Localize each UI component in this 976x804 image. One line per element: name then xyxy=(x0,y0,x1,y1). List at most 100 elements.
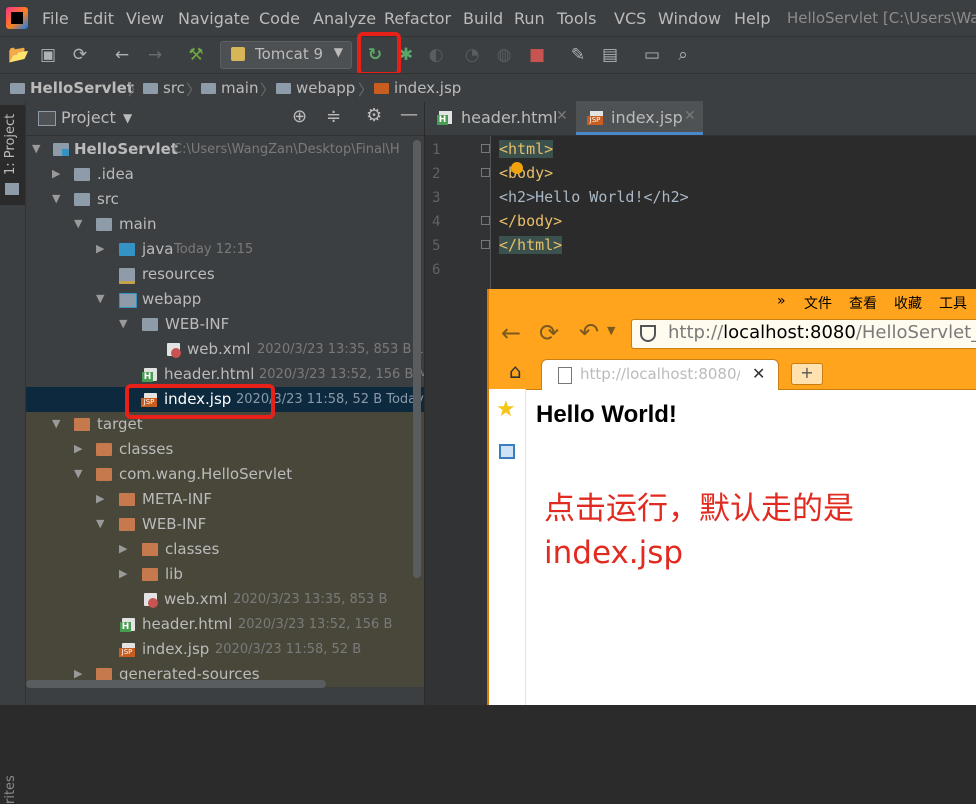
breadcrumb-item-main[interactable]: main xyxy=(201,79,258,97)
browser-menu-file[interactable]: 文件 xyxy=(804,293,832,313)
expand-arrow-icon[interactable]: ▶ xyxy=(119,542,127,555)
new-tab-button[interactable]: + xyxy=(791,363,823,385)
menu-run[interactable]: Run xyxy=(514,9,545,28)
fold-marker-icon[interactable] xyxy=(481,240,490,249)
save-icon[interactable]: ▣ xyxy=(38,45,58,65)
expand-arrow-icon[interactable]: ▼ xyxy=(119,317,127,330)
expand-arrow-icon[interactable]: ▶ xyxy=(74,667,82,680)
tree-row[interactable]: index.jsp 2020/3/23 11:58, 52 B xyxy=(26,637,424,662)
expand-arrow-icon[interactable]: ▶ xyxy=(52,167,60,180)
tree-row[interactable]: web.xml 2020/3/23 13:35, 853 B 17 xyxy=(26,337,424,362)
menu-analyze[interactable]: Analyze xyxy=(313,9,376,28)
browser-menu-view[interactable]: 查看 xyxy=(849,293,877,313)
tree-row[interactable]: resources xyxy=(26,262,424,287)
settings-wrench-icon[interactable]: ✎ xyxy=(568,45,588,65)
profile-icon[interactable]: ◔ xyxy=(462,45,482,65)
menu-file[interactable]: File xyxy=(42,9,69,28)
menu-view[interactable]: View xyxy=(126,9,164,28)
tree-row-module[interactable]: ▼ HelloServlet C:\Users\WangZan\Desktop\… xyxy=(26,137,424,162)
build-hammer-icon[interactable]: ⚒ xyxy=(186,45,206,65)
tree-row[interactable]: ▶ classes xyxy=(26,437,424,462)
tree-row[interactable]: ▼ com.wang.HelloServlet xyxy=(26,462,424,487)
address-bar[interactable]: http://localhost:8080/HelloServlet_w xyxy=(631,319,976,349)
tree-row[interactable]: ▶ .idea xyxy=(26,162,424,187)
menu-help[interactable]: Help xyxy=(734,9,770,28)
home-icon[interactable]: ⌂ xyxy=(509,359,522,383)
coverage-icon[interactable]: ◐ xyxy=(426,45,446,65)
menu-code[interactable]: Code xyxy=(259,9,300,28)
back-icon[interactable]: ← xyxy=(112,45,132,65)
search-icon[interactable]: ⌕ xyxy=(673,45,693,65)
fold-marker-icon[interactable] xyxy=(481,144,490,153)
refresh-icon[interactable]: ⟳ xyxy=(539,319,559,347)
intention-bulb-icon[interactable] xyxy=(511,162,523,174)
breadcrumb-item-project[interactable]: HelloServlet xyxy=(10,79,134,97)
tree-row[interactable]: ▶ META-INF xyxy=(26,487,424,512)
favorites-tool-tab-label[interactable]: rites xyxy=(3,775,18,804)
expand-arrow-icon[interactable]: ▼ xyxy=(96,517,104,530)
open-folder-icon[interactable]: 📂 xyxy=(8,45,29,65)
menu-build[interactable]: Build xyxy=(463,9,503,28)
browser-tab[interactable]: http://localhost:8080/H ✕ xyxy=(541,359,779,390)
menu-vcs[interactable]: VCS xyxy=(614,9,646,28)
expand-arrow-icon[interactable]: ▼ xyxy=(32,142,40,155)
fold-marker-icon[interactable] xyxy=(481,168,490,177)
close-icon[interactable]: ✕ xyxy=(752,364,765,383)
hide-minus-icon[interactable]: — xyxy=(400,104,418,125)
breadcrumb-item-src[interactable]: src xyxy=(143,79,185,97)
back-arrow-icon[interactable]: ← xyxy=(501,319,521,347)
breadcrumb-item-webapp[interactable]: webapp xyxy=(276,79,355,97)
tab-header-html[interactable]: header.html ✕ xyxy=(425,101,573,135)
collapse-all-icon[interactable]: ≑ xyxy=(326,106,341,127)
screen-icon[interactable] xyxy=(499,444,515,459)
favorites-star-icon[interactable]: ★ xyxy=(496,397,516,422)
tab-index-jsp[interactable]: index.jsp ✕ xyxy=(576,101,703,135)
expand-arrow-icon[interactable]: ▶ xyxy=(96,492,104,505)
tree-row[interactable]: ▼ WEB-INF xyxy=(26,312,424,337)
tree-row[interactable]: header.html 2020/3/23 13:52, 156 B xyxy=(26,612,424,637)
tree-row[interactable]: ▶ classes xyxy=(26,537,424,562)
project-structure-icon[interactable]: ▤ xyxy=(600,45,620,65)
tree-row[interactable]: ▶ java Today 12:15 xyxy=(26,237,424,262)
menu-window[interactable]: Window xyxy=(658,9,721,28)
breadcrumb-item-file[interactable]: index.jsp xyxy=(374,79,461,97)
chevron-down-icon[interactable]: ▼ xyxy=(607,324,615,337)
expand-arrow-icon[interactable]: ▼ xyxy=(74,467,82,480)
browser-menu-favorites[interactable]: 收藏 xyxy=(894,293,922,313)
tree-row[interactable]: ▼ main xyxy=(26,212,424,237)
expand-arrow-icon[interactable]: ▶ xyxy=(74,442,82,455)
expand-arrow-icon[interactable]: ▶ xyxy=(119,567,127,580)
attach-icon[interactable]: ◍ xyxy=(494,45,514,65)
expand-arrow-icon[interactable]: ▼ xyxy=(74,217,82,230)
run-configuration-select[interactable]: Tomcat 9 ▼ xyxy=(220,41,352,69)
close-icon[interactable]: ✕ xyxy=(684,108,696,124)
project-tool-tab[interactable]: 1: Project xyxy=(0,105,25,205)
tree-row[interactable]: ▼ WEB-INF xyxy=(26,512,424,537)
expand-arrow-icon[interactable]: ▶ xyxy=(96,242,104,255)
expand-arrow-icon[interactable]: ▼ xyxy=(52,192,60,205)
menu-navigate[interactable]: Navigate xyxy=(178,9,250,28)
project-panel-title[interactable]: Project xyxy=(61,108,116,127)
project-tree-scrollbar[interactable] xyxy=(413,140,421,578)
terminal-icon[interactable]: ▭ xyxy=(642,45,662,65)
browser-menu-more[interactable]: » xyxy=(777,293,786,309)
locate-crosshair-icon[interactable]: ⊕ xyxy=(292,106,307,127)
chevron-down-icon[interactable]: ▼ xyxy=(123,111,132,125)
expand-arrow-icon[interactable]: ▼ xyxy=(96,292,104,305)
tree-row[interactable]: ▶ lib xyxy=(26,562,424,587)
menu-tools[interactable]: Tools xyxy=(557,9,596,28)
gear-icon[interactable]: ⚙ xyxy=(366,105,382,126)
forward-icon[interactable]: → xyxy=(145,45,165,65)
project-tree-horizontal-scrollbar[interactable] xyxy=(26,680,326,688)
tree-row[interactable]: ▼ src xyxy=(26,187,424,212)
fold-marker-icon[interactable] xyxy=(481,216,490,225)
tree-row[interactable]: web.xml 2020/3/23 13:35, 853 B xyxy=(26,587,424,612)
close-icon[interactable]: ✕ xyxy=(556,108,568,124)
tree-row[interactable]: ▼ webapp xyxy=(26,287,424,312)
menu-edit[interactable]: Edit xyxy=(83,9,114,28)
undo-icon[interactable]: ↶ xyxy=(579,318,599,346)
stop-icon[interactable]: ■ xyxy=(527,45,547,65)
sync-icon[interactable]: ⟳ xyxy=(70,45,90,65)
browser-menu-tools[interactable]: 工具 xyxy=(939,293,967,313)
expand-arrow-icon[interactable]: ▼ xyxy=(52,417,60,430)
